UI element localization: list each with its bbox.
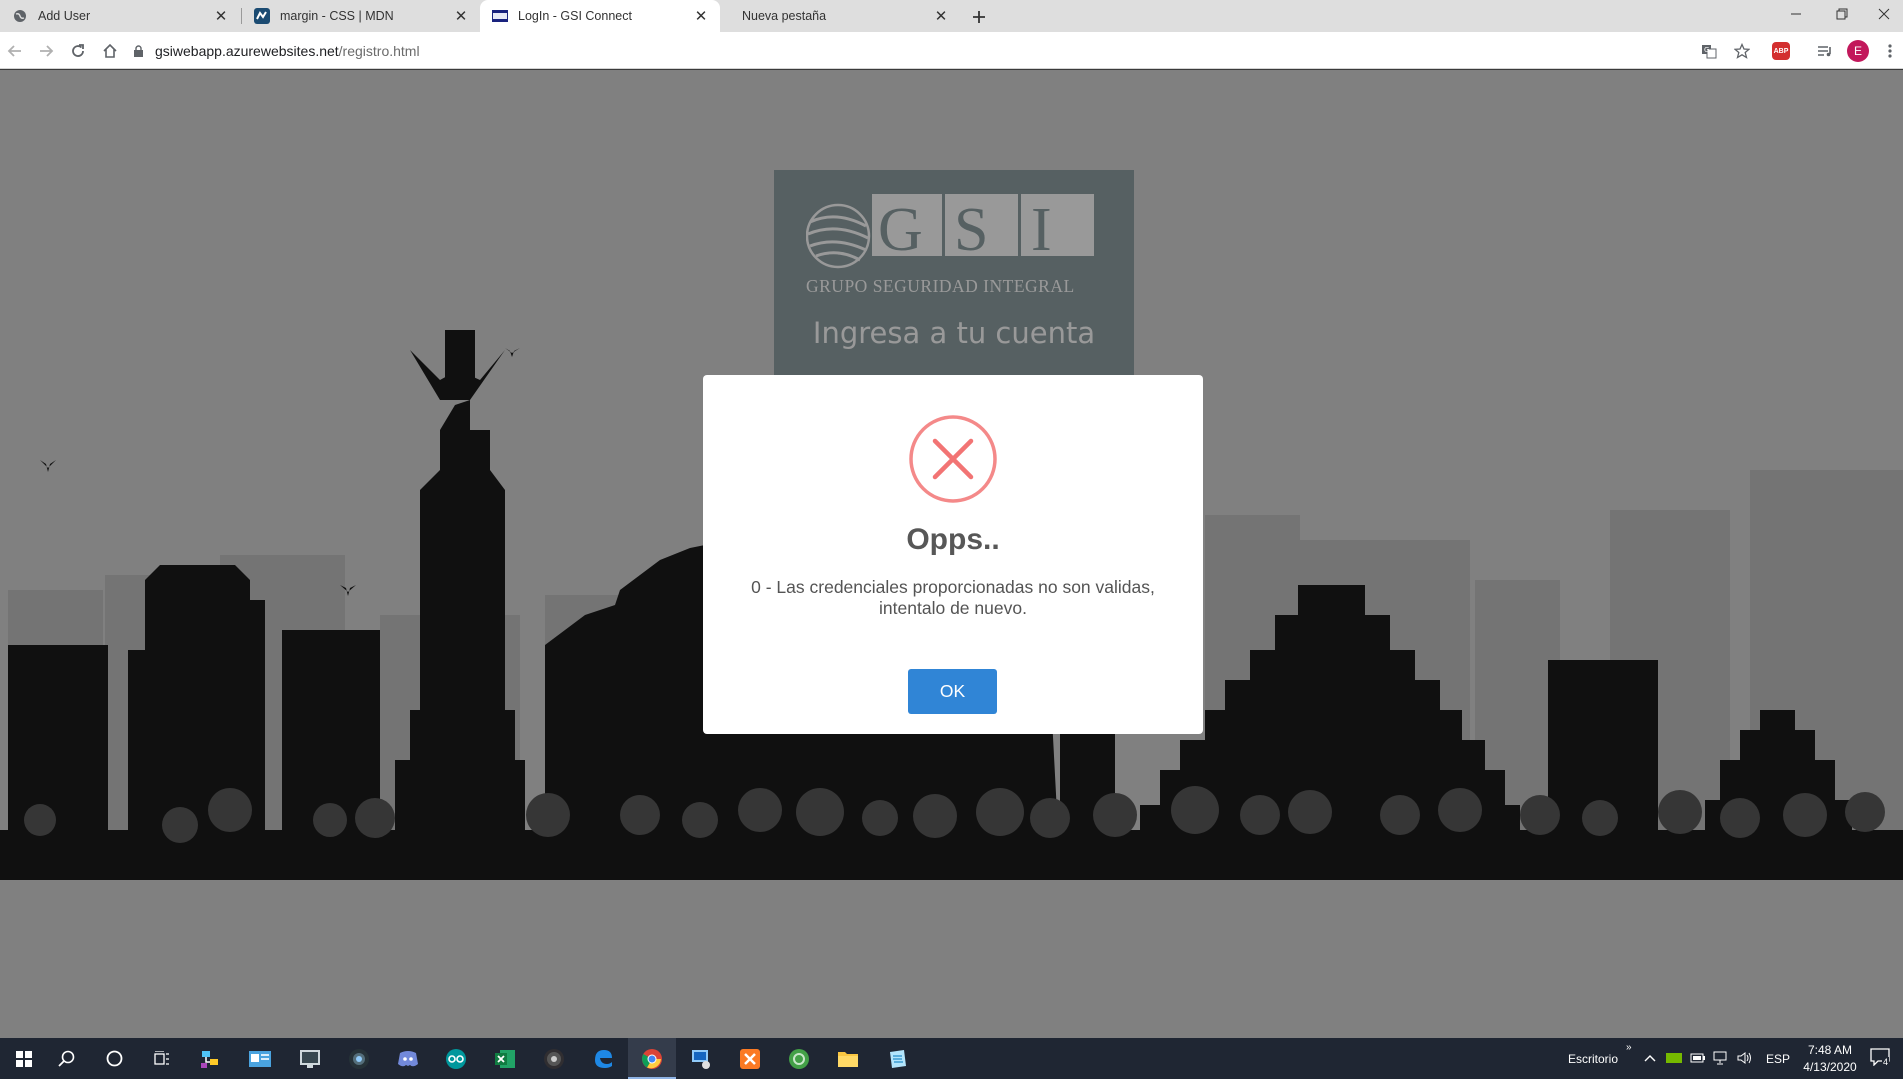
bookmark-star-icon[interactable] [1730,39,1754,63]
nvidia-icon[interactable] [1666,1051,1682,1067]
notification-count-badge: 4 [1882,1057,1890,1067]
clock-date: 4/13/2020 [1803,1060,1857,1074]
tab-login-gsi[interactable]: LogIn - GSI Connect ✕ [480,0,720,32]
tab-new-tab[interactable]: Nueva pestaña ✕ [720,0,960,32]
arduino-icon[interactable] [432,1038,480,1079]
error-x-icon [909,415,997,503]
battery-icon[interactable] [1690,1051,1706,1067]
gsi-favicon-icon [492,8,508,24]
system-clock[interactable]: 7:48 AM 4/13/2020 [1795,1042,1865,1076]
file-explorer-icon[interactable] [824,1038,872,1079]
media-control-icon[interactable] [1813,39,1837,63]
url-path: /registro.html [338,43,420,59]
volume-icon[interactable] [1737,1051,1753,1067]
tab-label: margin - CSS | MDN [280,9,394,23]
tab-label: Nueva pestaña [742,9,827,23]
close-icon[interactable]: ✕ [452,7,470,25]
obs-icon[interactable] [530,1038,578,1079]
search-icon[interactable] [42,1038,90,1079]
tab-add-user[interactable]: Add User ✕ [0,0,240,32]
minimize-button[interactable] [1774,0,1818,28]
toolbar-expand-icon[interactable]: » [1626,1042,1632,1053]
notification-center-icon[interactable]: 4 [1870,1048,1894,1070]
tab-mdn[interactable]: margin - CSS | MDN ✕ [242,0,480,32]
adblock-extension-icon[interactable]: ABP [1769,39,1793,63]
camera-icon[interactable] [335,1038,383,1079]
profile-avatar[interactable]: E [1846,39,1870,63]
home-button[interactable] [98,39,122,63]
notepad-icon[interactable] [873,1038,921,1079]
chrome-icon[interactable] [628,1038,676,1079]
back-button[interactable] [3,39,27,63]
outlook-icon[interactable] [236,1038,284,1079]
show-hidden-icons-chevron-icon[interactable] [1643,1051,1659,1067]
dialog-message: 0 - Las credenciales proporcionadas no s… [733,577,1173,619]
mdn-icon [254,8,270,24]
network-app-icon[interactable] [186,1038,234,1079]
display-app-icon[interactable] [286,1038,334,1079]
restore-button[interactable] [1820,0,1864,28]
ok-button[interactable]: OK [908,669,997,714]
url-host: gsiwebapp.azurewebsites.net [155,43,339,59]
lock-icon [133,44,147,58]
windows-start-icon[interactable] [0,1038,48,1079]
translate-icon[interactable]: G [1697,39,1721,63]
reload-button[interactable] [66,39,90,63]
globe-icon [12,8,28,24]
excel-icon[interactable] [481,1038,529,1079]
new-tab-button[interactable] [966,4,992,30]
tab-label: Add User [38,9,91,23]
tab-label: LogIn - GSI Connect [518,9,632,23]
close-window-button[interactable] [1862,0,1903,28]
address-bar[interactable]: gsiwebapp.azurewebsites.net/registro.htm… [133,38,1688,64]
task-view-icon[interactable] [138,1038,186,1079]
browser-toolbar: gsiwebapp.azurewebsites.net/registro.htm… [0,32,1903,69]
error-code: 0 [751,577,761,597]
app-icon[interactable] [775,1038,823,1079]
close-icon[interactable]: ✕ [212,7,230,25]
edge-icon[interactable] [579,1038,627,1079]
xampp-icon[interactable] [726,1038,774,1079]
forward-button[interactable] [34,39,58,63]
tab-strip: Add User ✕ margin - CSS | MDN ✕ LogIn - … [0,0,1903,32]
error-dialog: Opps.. 0 - Las credenciales proporcionad… [703,375,1203,734]
discord-icon[interactable] [384,1038,432,1079]
network-icon[interactable] [1713,1051,1729,1067]
language-indicator[interactable]: ESP [1766,1052,1790,1066]
desktop-toolbar-label[interactable]: Escritorio [1568,1052,1618,1066]
windows-taskbar: Escritorio » ESP 7:48 AM 4/13/2020 4 [0,1038,1903,1079]
error-message-text: - Las credenciales proporcionadas no son… [760,577,1155,618]
clock-time: 7:48 AM [1807,1043,1853,1057]
page-content: G S I GRUPO SEGURIDAD INTEGRAL Ingresa a… [0,70,1903,1038]
close-icon[interactable]: ✕ [692,7,710,25]
svg-text:G: G [1704,46,1709,54]
dialog-title: Opps.. [906,523,1000,556]
close-icon[interactable]: ✕ [932,7,950,25]
login-card-dim [774,170,1134,380]
remote-desktop-icon[interactable] [677,1038,725,1079]
menu-kebab-icon[interactable] [1878,39,1902,63]
cortana-icon[interactable] [90,1038,138,1079]
